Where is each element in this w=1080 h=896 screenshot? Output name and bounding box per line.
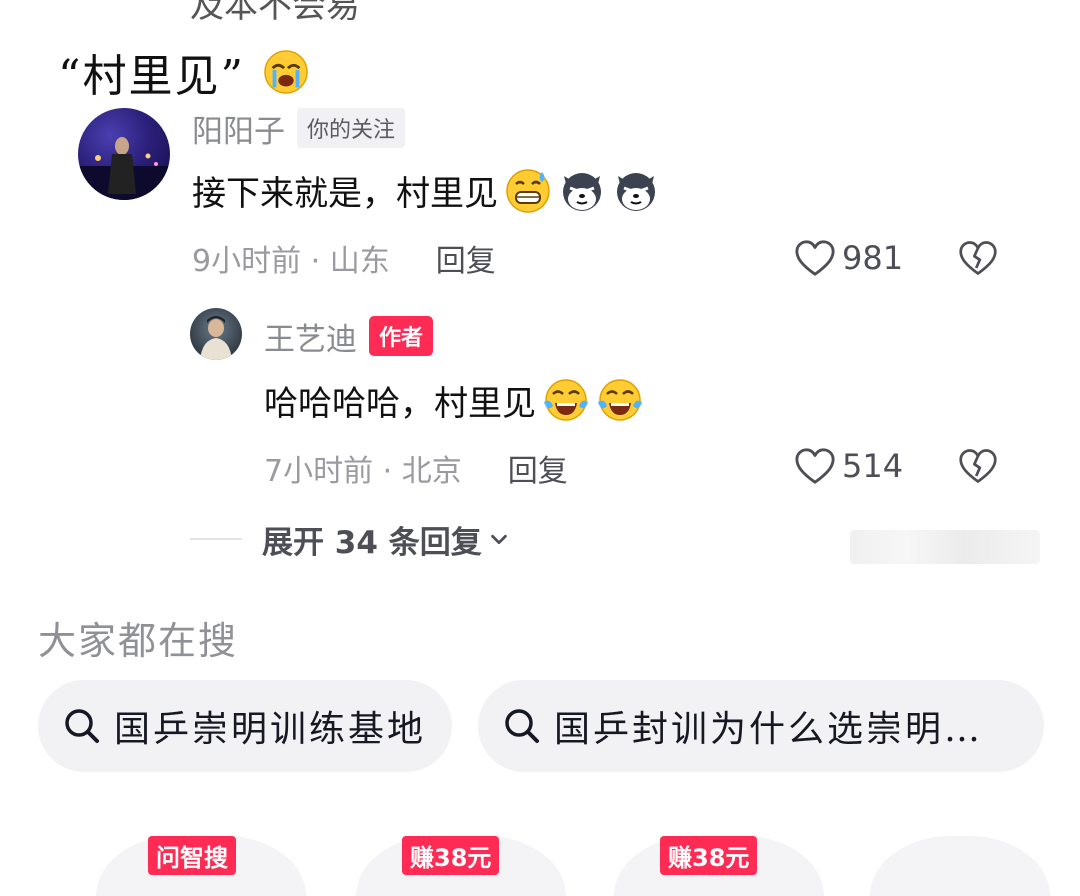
author-tag: 作者 [369,316,434,356]
comment-2-body: 哈哈哈哈，村里见 [264,370,644,430]
following-tag: 你的关注 [297,108,406,148]
post-caption: “村里见” [58,51,245,102]
like-count: 514 [842,447,904,485]
comment-1-header: 阳阳子 你的关注 [192,106,406,151]
post-caption-row: “村里见” [58,40,309,104]
reply-button[interactable]: 回复 [436,236,496,280]
search-suggestion-text: 国乒封训为什么选崇明… [554,709,984,750]
card-badge: 赚38元 [660,836,758,875]
reply-button[interactable]: 回复 [508,446,568,490]
like-button[interactable]: 981 [794,234,903,282]
heart-outline-icon[interactable] [794,446,836,486]
blurred-region [850,530,1040,564]
comment-1-body: 接下来就是，村里见 [192,160,660,220]
commenter-username[interactable]: 阳阳子 [192,106,285,151]
expand-replies-label[interactable]: 展开 34 条回复 [262,517,482,562]
husky-dog-emoji-icon [617,173,655,211]
broken-heart-icon[interactable] [958,446,998,486]
husky-dog-emoji-icon [563,173,601,211]
dislike-button[interactable] [958,446,998,490]
search-icon [505,709,539,743]
heart-outline-icon[interactable] [794,238,836,278]
comment-2-meta: 7小时前 · 北京 回复 [264,446,568,490]
replier-avatar[interactable] [190,308,242,360]
broken-heart-icon[interactable] [958,238,998,278]
tears-of-joy-emoji-icon [598,379,642,421]
promo-card[interactable]: 赚38元 [614,836,824,896]
dislike-button[interactable] [958,238,998,282]
comment-1-meta: 9小时前 · 山东 回复 [192,236,496,280]
promo-card[interactable]: 赚38元 [356,836,566,896]
replier-username[interactable]: 王艺迪 [264,314,357,359]
search-suggestion[interactable]: 国乒崇明训练基地 [38,680,452,772]
search-icon [65,709,99,743]
loudly-crying-emoji-icon [264,50,308,94]
comment-text: 接下来就是，村里见 [192,173,498,214]
card-badge: 赚38元 [402,836,500,875]
previous-text-cutoff: 及本不会易 [190,0,360,26]
commenter-avatar[interactable] [78,108,170,200]
expand-divider [190,538,242,540]
expand-replies-button[interactable]: 展开 34 条回复 [190,516,510,562]
reply-time-location: 7小时前 · 北京 [264,454,462,489]
like-count: 981 [842,239,904,277]
like-button[interactable]: 514 [794,442,903,490]
grin-sweat-emoji-icon [506,169,550,213]
tears-of-joy-emoji-icon [544,379,588,421]
search-section-heading: 大家都在搜 [38,619,239,663]
promo-card[interactable] [870,836,1050,896]
promo-card[interactable]: 问智搜 [96,836,306,896]
chevron-down-icon[interactable] [488,528,510,550]
reply-text: 哈哈哈哈，村里见 [264,383,536,424]
card-badge: 问智搜 [148,836,236,875]
search-suggestion-text: 国乒崇明训练基地 [114,709,427,750]
comment-2-header: 王艺迪 作者 [264,314,434,359]
comment-time-location: 9小时前 · 山东 [192,244,390,279]
search-suggestion[interactable]: 国乒封训为什么选崇明… [478,680,1044,772]
